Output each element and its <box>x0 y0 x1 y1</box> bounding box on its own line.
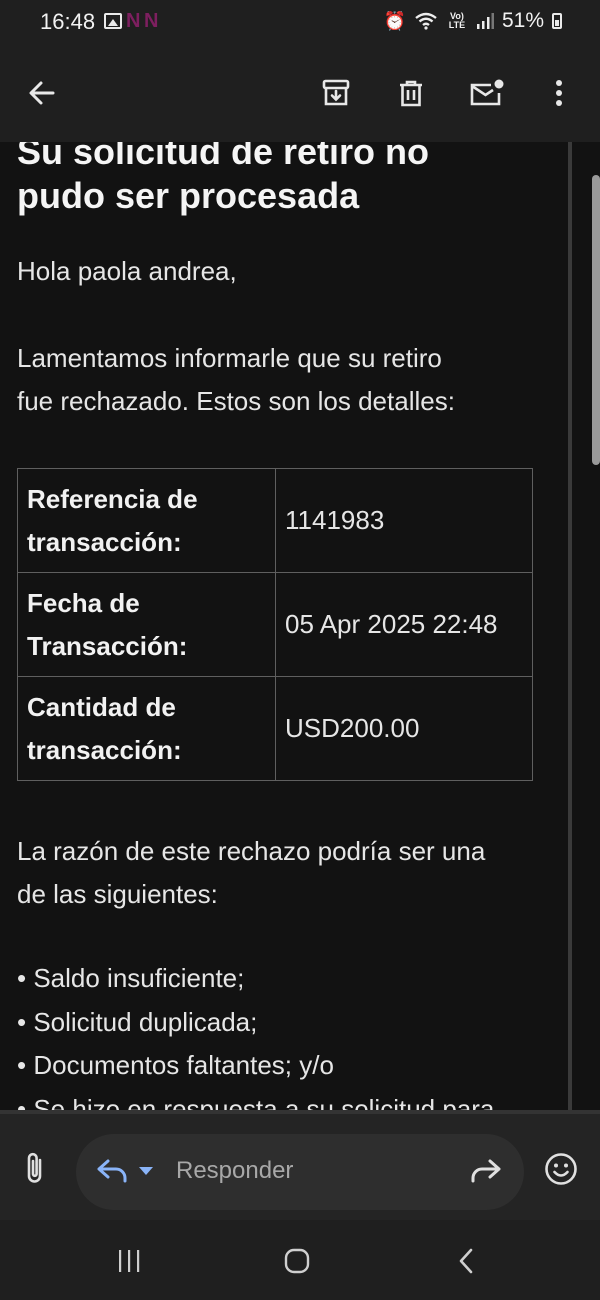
email-toolbar <box>0 46 600 142</box>
recent-apps-icon <box>119 1250 140 1272</box>
signal-icon <box>476 13 494 29</box>
intro-line-2: fue rechazado. Estos son los detalles: <box>17 386 455 416</box>
reply-placeholder: Responder <box>176 1157 294 1184</box>
app-notification-icon: N N <box>126 10 158 32</box>
detail-label-line: transacción: <box>27 734 182 765</box>
forward-icon <box>471 1159 501 1183</box>
table-row: Referencia de transacción: 1141983 <box>17 468 533 573</box>
alarm-icon: ⏰ <box>383 10 406 31</box>
email-subject: Su solicitud de retiro no pudo ser proce… <box>17 142 552 218</box>
reasons-list: Saldo insuficiente; Solicitud duplicada;… <box>17 957 552 1110</box>
detail-value: 1141983 <box>275 468 533 573</box>
forward-button[interactable] <box>470 1158 502 1189</box>
home-icon <box>284 1248 310 1274</box>
back-button[interactable] <box>17 68 67 118</box>
detail-label: Referencia de transacción: <box>17 468 276 573</box>
subject-line-1: Su solicitud de retiro no <box>17 142 430 172</box>
detail-label: Cantidad de transacción: <box>17 676 276 781</box>
paperclip-icon <box>27 1152 42 1183</box>
subject-line-2: pudo ser procesada <box>17 175 360 216</box>
email-body[interactable]: Su solicitud de retiro no pudo ser proce… <box>0 142 600 1110</box>
reply-bar: Responder <box>0 1110 600 1220</box>
reason-line-1: La razón de este rechazo podría ser una <box>17 836 486 866</box>
detail-label-line: transacción: <box>27 526 182 557</box>
gallery-notification-icon <box>104 13 122 29</box>
mark-unread-button[interactable] <box>462 68 512 118</box>
table-row: Fecha de Transacción: 05 Apr 2025 22:48 <box>17 572 533 677</box>
reply-type-selector[interactable] <box>96 1158 154 1184</box>
delete-button[interactable] <box>386 68 436 118</box>
more-options-button[interactable] <box>534 68 584 118</box>
emoji-button[interactable] <box>544 1152 578 1191</box>
transaction-details-table: Referencia de transacción: 1141983 Fecha… <box>17 468 533 781</box>
detail-label-line: Fecha de <box>27 587 140 618</box>
list-item: Solicitud duplicada; <box>17 1001 552 1045</box>
detail-label: Fecha de Transacción: <box>17 572 276 677</box>
attach-button[interactable] <box>20 1150 50 1191</box>
trash-icon <box>400 80 422 107</box>
greeting: Hola paola andrea, <box>17 256 237 286</box>
status-time: 16:48 <box>40 9 96 34</box>
detail-value: 05 Apr 2025 22:48 <box>275 572 533 677</box>
battery-icon <box>552 13 562 29</box>
battery-level: 51% <box>501 9 544 32</box>
archive-icon <box>322 79 350 106</box>
back-chevron-icon <box>459 1248 473 1274</box>
intro-line-1: Lamentamos informarle que su retiro <box>17 343 442 373</box>
list-item: Saldo insuficiente; <box>17 957 552 1001</box>
list-item: Documentos faltantes; y/o <box>17 1044 552 1088</box>
more-vert-icon <box>556 80 562 106</box>
detail-label-line: Cantidad de <box>27 691 176 722</box>
system-navigation-bar <box>0 1220 600 1300</box>
table-row: Cantidad de transacción: USD200.00 <box>17 676 533 781</box>
back-nav-button[interactable] <box>436 1238 496 1284</box>
chevron-down-icon <box>139 1167 153 1175</box>
detail-value: USD200.00 <box>275 676 533 781</box>
reply-icon <box>97 1159 127 1183</box>
emoji-icon <box>545 1153 577 1185</box>
scrollbar-thumb[interactable] <box>592 175 600 465</box>
arrow-left-icon <box>29 81 55 105</box>
intro-paragraph: Lamentamos informarle que su retiro fue … <box>17 337 547 423</box>
reply-field[interactable]: Responder <box>76 1134 524 1210</box>
detail-label-line: Referencia de <box>27 483 198 514</box>
scroll-track <box>568 142 572 1110</box>
status-bar: 16:48 N N ⏰ Vo) LTE 51% <box>0 0 600 46</box>
status-icons: ⏰ Vo) LTE 51% <box>384 9 562 33</box>
list-item: Se hizo en respuesta a su solicitud para <box>17 1088 552 1111</box>
archive-button[interactable] <box>311 68 361 118</box>
detail-label-line: Transacción: <box>27 630 188 661</box>
reason-line-2: de las siguientes: <box>17 879 218 909</box>
mail-unread-icon <box>470 79 504 106</box>
reason-paragraph: La razón de este rechazo podría ser una … <box>17 830 547 916</box>
lte-indicator: Vo) LTE <box>448 11 466 30</box>
recent-apps-button[interactable] <box>99 1238 159 1284</box>
wifi-icon <box>415 12 437 30</box>
home-button[interactable] <box>267 1238 327 1284</box>
